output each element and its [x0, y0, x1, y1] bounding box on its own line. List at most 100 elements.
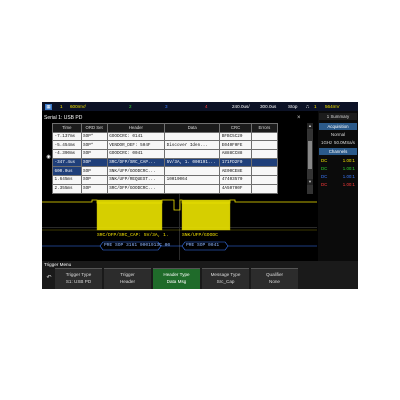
softkey-value: None [269, 279, 280, 284]
channel-probe-ratio: 1.00:1 [342, 174, 355, 179]
row-marker [45, 131, 52, 139]
column-header-time[interactable]: Time [52, 123, 82, 133]
cell-ord-set: SOP [80, 183, 108, 194]
column-header-header[interactable]: Header [106, 123, 166, 133]
channel-1-number[interactable]: 1 [60, 102, 63, 111]
acquisition-header[interactable]: Acquisition [319, 123, 357, 130]
softkey-message-type[interactable]: Message Type Src_Cap [202, 268, 249, 289]
channel-2-number[interactable]: 2 [129, 102, 132, 111]
channel-coupling: DC [321, 174, 328, 179]
softkey-trigger[interactable]: Trigger Header [104, 268, 151, 289]
oscilloscope-screen: ▦ 1 600mV/ 2 3 4 240.0us/ 300.0us Stop ⎍… [42, 102, 358, 289]
close-icon[interactable]: × [297, 114, 301, 122]
cell-data: 10019064 [164, 175, 221, 185]
scrollbar-thumb[interactable] [308, 141, 312, 169]
cell-time: 1.645ms [52, 175, 82, 185]
cell-ord-set: SOP* [80, 131, 108, 142]
cell-header: GOODCRC: 0141 [106, 131, 166, 142]
summary-panel: 1 Summary Acquisition Normal 1GHz 50.0MS… [318, 111, 358, 261]
channel-row-2: DC 1.00:1 [320, 165, 356, 172]
delay-value[interactable]: 300.0us [260, 102, 276, 111]
channel-coupling: DC [321, 182, 328, 187]
serial-panel-title: Serial 1: USB PD [44, 115, 83, 121]
cell-crc: AE00CE8E [219, 166, 252, 177]
cell-ord-set: SOP* [80, 140, 108, 151]
channel-3-number[interactable]: 3 [165, 102, 168, 111]
cell-errors [250, 183, 279, 194]
cell-errors [250, 149, 279, 159]
channel-row-1: DC 1.00:1 [320, 157, 356, 164]
channel-4-number[interactable]: 4 [205, 102, 208, 111]
cell-errors [250, 166, 279, 177]
trigger-source[interactable]: 1 [314, 102, 317, 111]
cell-ord-set: SOP [80, 157, 108, 168]
table-row-selected[interactable]: -347.4us SOP SRC/DFP/SRC_CAP... 5V/3A, 1… [52, 157, 279, 168]
cell-data [164, 149, 221, 159]
softkey-trigger-type[interactable]: Trigger Type S1: USB PD [55, 268, 102, 289]
cell-errors [250, 175, 279, 185]
softkey-value: Data Msg [166, 279, 187, 284]
softkey-label: Trigger Type [65, 272, 92, 277]
bus-label-2: PRE SOP 0041 [186, 243, 220, 248]
serial-panel-header: Serial 1: USB PD × [42, 114, 317, 122]
table-scrollbar[interactable]: ▲ ▼ [307, 123, 313, 203]
channel-probe-ratio: 1.00:1 [342, 166, 355, 171]
cell-time: 600.0us [52, 166, 82, 177]
table-row[interactable]: -4.390ms SOP GOODCRC: 0041 A888CC88 [52, 149, 279, 159]
table-header-row: Time ORD Set Header Data CRC Errors [52, 123, 279, 133]
summary-tab[interactable]: 1 Summary [319, 113, 357, 120]
decode-label-src-cap: SRC/DFP/SRC_CAP: 5V/3A, 1. [97, 233, 169, 238]
cell-header: SRC/DFP/GOODCRC... [106, 183, 166, 194]
softkey-label: Header Type [163, 272, 190, 277]
column-header-data[interactable]: Data [164, 123, 221, 133]
cell-errors [250, 157, 279, 168]
softkey-label: Qualifier [265, 272, 284, 277]
cell-time: -5.454ms [52, 140, 82, 151]
summary-tab-number: 1 [326, 114, 330, 119]
trigger-level[interactable]: 564mV [325, 102, 340, 111]
cell-crc: 171FD2F0 [219, 157, 252, 168]
table-row[interactable]: 600.0us SOP SNK/UFP/GOODCRC... AE00CE8E [52, 166, 279, 177]
channels-header[interactable]: Channels [319, 148, 357, 155]
scroll-down-icon[interactable]: ▼ [307, 179, 313, 185]
column-header-crc[interactable]: CRC [219, 123, 252, 133]
back-arrow-icon[interactable]: ↶ [44, 268, 54, 288]
softkey-value: Src_Cap [216, 279, 235, 284]
cell-header: SNK/UFP/REQUEST... [106, 175, 166, 185]
channel-probe-ratio: 1.00:1 [342, 158, 355, 163]
serial-decode-panel: Serial 1: USB PD × ◉ Time ORD Set Header… [42, 111, 317, 261]
cell-time: 2.355ms [52, 183, 82, 194]
cell-crc: E040F0FE [219, 140, 252, 151]
cell-data [164, 131, 221, 142]
decode-table: Time ORD Set Header Data CRC Errors -7.1… [52, 123, 279, 194]
softkey-qualifier[interactable]: Qualifier None [251, 268, 298, 289]
softkey-header-type[interactable]: Header Type Data Msg [153, 268, 200, 289]
cell-data: Discover Iden... [164, 140, 221, 151]
channel-1-scale[interactable]: 600mV/ [70, 102, 86, 111]
channel-1-indicator[interactable]: ▦ [45, 103, 52, 110]
cell-data [164, 166, 221, 177]
cell-header: GOODCRC: 0041 [106, 149, 166, 159]
cell-errors [250, 140, 279, 151]
table-row[interactable]: 1.645ms SOP SNK/UFP/REQUEST... 10019064 … [52, 175, 279, 185]
table-row[interactable]: -7.137ms SOP* GOODCRC: 0141 BFBC5C20 [52, 131, 279, 142]
column-header-ord-set[interactable]: ORD Set [80, 123, 108, 133]
decode-label-goodcrc: SNK/UFP/GOODC [182, 233, 218, 238]
timebase-value[interactable]: 240.0us/ [232, 102, 250, 111]
softkey-value: Header [119, 279, 136, 284]
waveform-display[interactable]: SRC/DFP/SRC_CAP: 5V/3A, 1. SNK/UFP/GOODC… [42, 194, 317, 260]
cell-time: -347.4us [52, 157, 82, 168]
table-row[interactable]: -5.454ms SOP* VENDOR_DEF: 504F Discover … [52, 140, 279, 151]
decode-table-area: ◉ Time ORD Set Header Data CRC Errors -7… [45, 123, 313, 203]
column-header-errors[interactable]: Errors [250, 123, 279, 133]
acquisition-rate-b: 50.0MSa/s [334, 140, 355, 145]
trigger-edge-icon: ⎍ [306, 104, 310, 109]
channel-row-3: DC 1.00:1 [320, 173, 356, 180]
cell-crc: 4A50700F [219, 183, 252, 194]
channel-probe-ratio: 1.00:1 [342, 182, 355, 187]
run-status[interactable]: Stop [288, 102, 297, 111]
table-row[interactable]: 2.355ms SOP SRC/DFP/GOODCRC... 4A50700F [52, 183, 279, 194]
softkey-label: Message Type [210, 272, 241, 277]
acquisition-rate-a: 1GHz [321, 140, 333, 145]
scroll-up-icon[interactable]: ▲ [307, 123, 313, 129]
